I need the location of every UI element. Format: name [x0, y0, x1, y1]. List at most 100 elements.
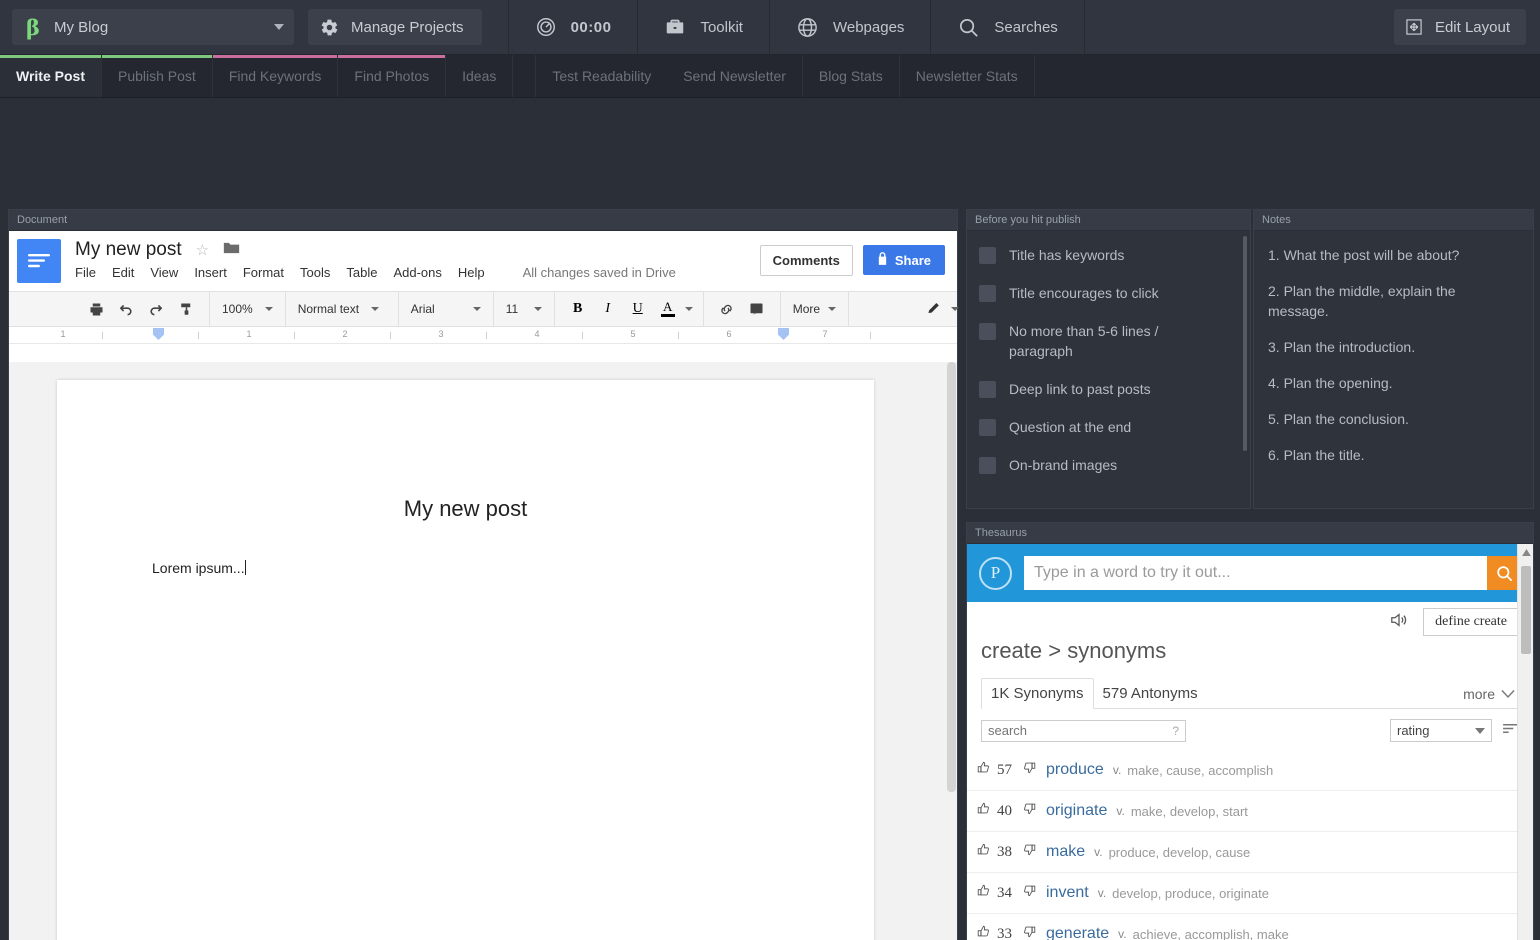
synonym-word[interactable]: produce: [1046, 761, 1104, 779]
menu-file[interactable]: File: [75, 265, 96, 280]
editing-mode-dropdown[interactable]: [949, 296, 961, 322]
synonym-row[interactable]: 34 invent v. develop, produce, originate: [967, 873, 1533, 914]
menu-help[interactable]: Help: [458, 265, 485, 280]
checklist-item[interactable]: On-brand images: [979, 455, 1240, 475]
tab-ideas[interactable]: Ideas: [446, 55, 513, 97]
thesaurus-vertical-scrollbar[interactable]: [1517, 544, 1533, 940]
synonym-word[interactable]: make: [1046, 843, 1085, 861]
checklist-scrollbar[interactable]: [1243, 236, 1247, 490]
tab-find-photos[interactable]: Find Photos: [338, 55, 446, 97]
link-icon[interactable]: [714, 296, 740, 322]
synonym-row[interactable]: 33 generate v. achieve, accomplish, make: [967, 914, 1533, 940]
synonym-word[interactable]: generate: [1046, 925, 1109, 940]
project-selector[interactable]: β My Blog: [12, 9, 294, 45]
filter-help-icon[interactable]: ?: [1172, 724, 1185, 738]
synonym-row[interactable]: 40 originate v. make, develop, start: [967, 791, 1533, 832]
thumbs-up-icon[interactable]: [977, 761, 990, 779]
menu-insert[interactable]: Insert: [194, 265, 227, 280]
gdocs-doc-title[interactable]: My new post: [75, 239, 182, 261]
tab-synonyms[interactable]: 1K Synonyms: [981, 678, 1094, 709]
underline-button[interactable]: U: [625, 296, 651, 322]
synonym-row[interactable]: 38 make v. produce, develop, cause: [967, 832, 1533, 873]
sort-select[interactable]: rating: [1390, 719, 1492, 742]
edit-layout-button[interactable]: Edit Layout: [1394, 9, 1526, 45]
tab-test-readability[interactable]: Test Readability: [535, 55, 667, 97]
timer-button[interactable]: 00:00: [509, 0, 638, 55]
document-page[interactable]: My new post Lorem ipsum...: [57, 380, 874, 940]
search-submit-button[interactable]: [1487, 556, 1521, 590]
folder-icon[interactable]: [223, 241, 240, 260]
text-color-button[interactable]: A: [655, 296, 681, 322]
thumbs-down-icon[interactable]: [1023, 925, 1036, 940]
define-word-button[interactable]: define create: [1423, 608, 1519, 636]
more-toggle[interactable]: more: [1459, 680, 1519, 708]
checklist-item[interactable]: No more than 5-6 lines / paragraph: [979, 321, 1240, 361]
speaker-icon[interactable]: [1389, 611, 1409, 634]
thesaurus-scroll-thumb[interactable]: [1521, 566, 1531, 654]
tab-write-post[interactable]: Write Post: [0, 55, 102, 97]
paint-format-icon[interactable]: [173, 296, 199, 322]
toolkit-button[interactable]: Toolkit: [638, 0, 769, 55]
tab-blog-stats[interactable]: Blog Stats: [803, 55, 900, 97]
print-icon[interactable]: [83, 296, 109, 322]
checkbox[interactable]: [979, 247, 996, 264]
thumbs-up-icon[interactable]: [977, 843, 990, 861]
menu-table[interactable]: Table: [346, 265, 377, 280]
checkbox[interactable]: [979, 457, 996, 474]
thumbs-up-icon[interactable]: [977, 925, 990, 940]
page-paragraph[interactable]: Lorem ipsum...: [152, 560, 874, 576]
thumbs-up-icon[interactable]: [977, 884, 990, 902]
checkbox[interactable]: [979, 323, 996, 340]
checklist-item[interactable]: Title has keywords: [979, 245, 1240, 265]
menu-tools[interactable]: Tools: [300, 265, 330, 280]
document-ruler[interactable]: 1 1 2 3 4 5 6 7: [9, 327, 957, 344]
filter-search-input[interactable]: [982, 721, 1172, 741]
document-scroll-thumb[interactable]: [947, 362, 956, 792]
thumbs-down-icon[interactable]: [1023, 761, 1036, 779]
checklist-item[interactable]: Title encourages to click: [979, 283, 1240, 303]
more-button[interactable]: More: [789, 296, 840, 322]
searches-button[interactable]: Searches: [931, 0, 1083, 55]
thumbs-down-icon[interactable]: [1023, 802, 1036, 820]
font-size-select[interactable]: 11: [502, 296, 546, 322]
checkbox[interactable]: [979, 285, 996, 302]
redo-icon[interactable]: [143, 296, 169, 322]
checklist-item[interactable]: Question at the end: [979, 417, 1240, 437]
tab-newsletter-stats[interactable]: Newsletter Stats: [900, 55, 1035, 97]
bold-button[interactable]: B: [565, 296, 591, 322]
comment-icon[interactable]: [744, 296, 770, 322]
document-vertical-scrollbar[interactable]: [946, 362, 957, 940]
menu-view[interactable]: View: [150, 265, 178, 280]
manage-projects-button[interactable]: Manage Projects: [308, 9, 482, 45]
comments-button[interactable]: Comments: [760, 245, 853, 276]
thumbs-down-icon[interactable]: [1023, 843, 1036, 861]
thesaurus-search-field[interactable]: [1024, 556, 1521, 590]
menu-format[interactable]: Format: [243, 265, 284, 280]
tab-send-newsletter[interactable]: Send Newsletter: [667, 55, 803, 97]
webpages-button[interactable]: Webpages: [770, 0, 930, 55]
paragraph-style-select[interactable]: Normal text: [294, 296, 390, 322]
indent-marker[interactable]: [153, 328, 164, 340]
font-family-select[interactable]: Arial: [407, 296, 485, 322]
tab-publish-post[interactable]: Publish Post: [102, 55, 213, 97]
checklist-item[interactable]: Deep link to past posts: [979, 379, 1240, 399]
star-icon[interactable]: ☆: [196, 241, 209, 259]
filter-search-field[interactable]: ?: [981, 720, 1186, 742]
thumbs-down-icon[interactable]: [1023, 884, 1036, 902]
undo-icon[interactable]: [113, 296, 139, 322]
synonym-word[interactable]: invent: [1046, 884, 1089, 902]
share-button[interactable]: Share: [863, 245, 945, 275]
synonym-row[interactable]: 57 produce v. make, cause, accomplish: [967, 750, 1533, 791]
tab-antonyms[interactable]: 579 Antonyms: [1094, 679, 1207, 708]
thesaurus-search-input[interactable]: [1024, 556, 1487, 590]
menu-addons[interactable]: Add-ons: [393, 265, 441, 280]
thumbs-up-icon[interactable]: [977, 802, 990, 820]
italic-button[interactable]: I: [595, 296, 621, 322]
editing-mode-pencil-icon[interactable]: [921, 296, 947, 322]
right-indent-marker[interactable]: [778, 328, 789, 340]
tab-find-keywords[interactable]: Find Keywords: [213, 55, 339, 97]
notes-body[interactable]: 1. What the post will be about? 2. Plan …: [1254, 231, 1533, 508]
checkbox[interactable]: [979, 419, 996, 436]
zoom-select[interactable]: 100%: [218, 296, 277, 322]
scroll-up-arrow-icon[interactable]: [1518, 544, 1533, 560]
